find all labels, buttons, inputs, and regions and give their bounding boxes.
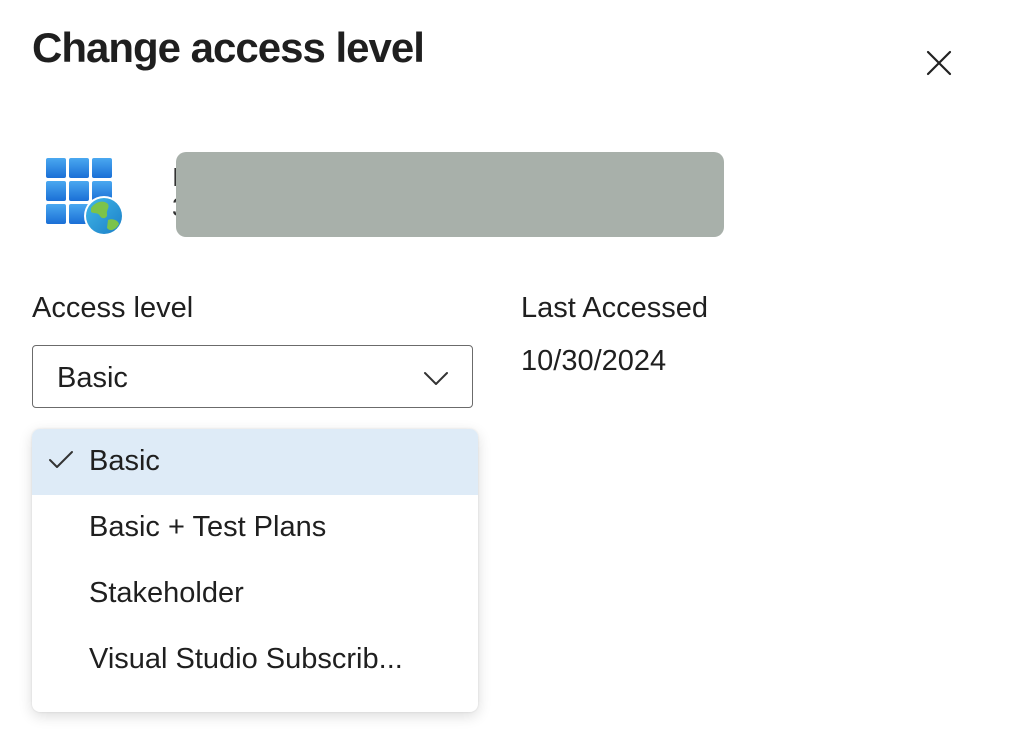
access-level-label: Access level [32,292,194,324]
grid-globe-icon [46,158,124,236]
checkmark-icon [49,451,73,468]
access-level-dropdown: Basic Basic + Test Plans Stakeholder Vis… [32,429,478,712]
redacted-user-info [176,152,724,237]
user-identity: I 3 [44,152,744,238]
option-visual-studio-subscriber[interactable]: Visual Studio Subscrib... [32,627,478,693]
chevron-down-icon [424,372,448,385]
option-basic[interactable]: Basic [32,429,478,495]
close-icon [926,50,952,76]
access-level-select[interactable]: Basic [32,345,473,408]
dialog-title: Change access level [32,24,425,71]
last-accessed-label: Last Accessed [521,292,708,324]
option-label: Basic [89,445,160,477]
change-access-dialog: Change access level Access level Last Ac… [0,0,1020,750]
access-level-selected-value: Basic [57,362,128,394]
last-accessed-value: 10/30/2024 [521,345,667,377]
option-label: Visual Studio Subscrib... [89,643,403,675]
option-label: Basic + Test Plans [89,511,327,543]
option-basic-test-plans[interactable]: Basic + Test Plans [32,495,478,561]
close-button[interactable] [918,42,960,84]
option-label: Stakeholder [89,577,244,609]
option-stakeholder[interactable]: Stakeholder [32,561,478,627]
